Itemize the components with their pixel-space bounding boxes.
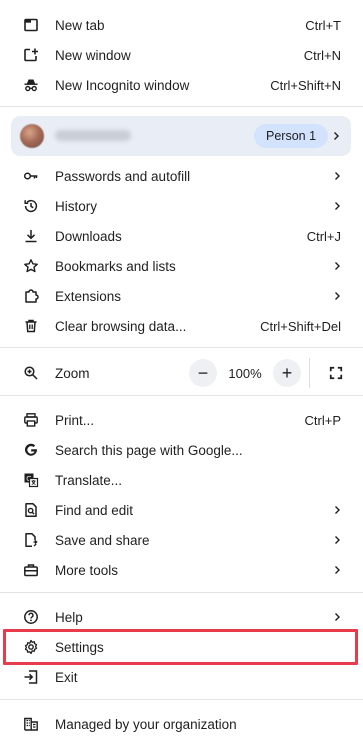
menu-item-downloads[interactable]: Downloads Ctrl+J xyxy=(0,221,363,251)
star-icon xyxy=(22,257,40,275)
separator xyxy=(0,347,363,348)
separator xyxy=(0,106,363,107)
menu-item-label: Passwords and autofill xyxy=(55,168,191,184)
fullscreen-icon xyxy=(329,366,343,380)
shortcut-text: Ctrl+Shift+N xyxy=(270,77,341,93)
shortcut-text: Ctrl+P xyxy=(304,412,341,428)
menu-item-label: Exit xyxy=(55,669,78,685)
menu-item-label: New window xyxy=(55,47,131,63)
trash-icon xyxy=(22,317,40,335)
menu-item-save-share[interactable]: Save and share xyxy=(0,525,363,555)
save-share-icon xyxy=(22,531,40,549)
menu-item-label: Clear browsing data... xyxy=(55,318,187,334)
menu-item-label: History xyxy=(55,198,98,214)
menu-item-managed[interactable]: Managed by your organization xyxy=(0,709,363,739)
chevron-right-icon xyxy=(331,200,343,212)
menu-item-label: Find and edit xyxy=(55,502,134,518)
separator xyxy=(0,395,363,396)
menu-item-bookmarks[interactable]: Bookmarks and lists xyxy=(0,251,363,281)
highlight-box xyxy=(3,629,358,665)
menu-item-clear-data[interactable]: Clear browsing data... Ctrl+Shift+Del xyxy=(0,311,363,341)
find-icon xyxy=(22,501,40,519)
chevron-right-icon xyxy=(331,564,343,576)
translate-icon: G xyxy=(22,471,40,489)
chevron-right-icon xyxy=(331,504,343,516)
menu-item-passwords[interactable]: Passwords and autofill xyxy=(0,161,363,191)
menu-item-label: Downloads xyxy=(55,228,122,244)
menu-item-print[interactable]: Print... Ctrl+P xyxy=(0,405,363,435)
menu-item-label: Print... xyxy=(55,412,95,428)
shortcut-text: Ctrl+N xyxy=(303,47,341,63)
menu-item-help[interactable]: Help xyxy=(0,602,363,632)
print-icon xyxy=(22,411,40,429)
menu-item-new-tab[interactable]: New tab Ctrl+T xyxy=(0,10,363,40)
google-icon xyxy=(22,441,40,459)
menu-item-label: Translate... xyxy=(55,472,123,488)
zoom-divider xyxy=(309,358,310,388)
chevron-right-icon xyxy=(331,534,343,546)
profile-name-blurred xyxy=(55,130,131,141)
fullscreen-button[interactable] xyxy=(323,360,349,386)
browser-menu: New tab Ctrl+T New window Ctrl+N New Inc… xyxy=(0,0,363,747)
new-window-icon xyxy=(22,46,40,64)
profile-row[interactable]: Person 1 xyxy=(11,116,351,156)
zoom-icon xyxy=(22,364,40,382)
chevron-right-icon xyxy=(334,132,339,140)
download-icon xyxy=(22,227,40,245)
menu-item-label: Extensions xyxy=(55,288,122,304)
puzzle-icon xyxy=(22,287,40,305)
menu-item-label: Save and share xyxy=(55,532,150,548)
menu-item-translate[interactable]: G Translate... xyxy=(0,465,363,495)
help-icon xyxy=(22,608,40,626)
menu-item-search-google[interactable]: Search this page with Google... xyxy=(0,435,363,465)
menu-item-new-window[interactable]: New window Ctrl+N xyxy=(0,40,363,70)
toolbox-icon xyxy=(22,561,40,579)
exit-icon xyxy=(22,668,40,686)
menu-item-label: Search this page with Google... xyxy=(55,442,243,458)
menu-item-label: New tab xyxy=(55,17,105,33)
chevron-right-icon xyxy=(331,290,343,302)
key-icon xyxy=(22,167,40,185)
shortcut-text: Ctrl+T xyxy=(305,17,341,33)
menu-item-find-edit[interactable]: Find and edit xyxy=(0,495,363,525)
building-icon xyxy=(22,715,40,733)
menu-item-exit[interactable]: Exit xyxy=(0,662,363,692)
menu-item-new-incognito[interactable]: New Incognito window Ctrl+Shift+N xyxy=(0,70,363,100)
chevron-right-icon xyxy=(331,260,343,272)
zoom-value: 100% xyxy=(228,366,262,381)
chevron-right-icon xyxy=(331,170,343,182)
zoom-in-button[interactable]: + xyxy=(273,359,301,387)
menu-item-history[interactable]: History xyxy=(0,191,363,221)
zoom-out-button[interactable]: − xyxy=(189,359,217,387)
menu-item-label: Bookmarks and lists xyxy=(55,258,176,274)
menu-item-label: New Incognito window xyxy=(55,77,190,93)
history-icon xyxy=(22,197,40,215)
separator xyxy=(0,592,363,593)
menu-item-label: More tools xyxy=(55,562,119,578)
menu-item-more-tools[interactable]: More tools xyxy=(0,555,363,585)
incognito-icon xyxy=(22,76,40,94)
profile-badge: Person 1 xyxy=(254,124,329,148)
new-tab-icon xyxy=(22,16,40,34)
separator xyxy=(0,699,363,700)
shortcut-text: Ctrl+J xyxy=(306,228,341,244)
menu-item-extensions[interactable]: Extensions xyxy=(0,281,363,311)
menu-item-label: Help xyxy=(55,609,83,625)
zoom-label: Zoom xyxy=(55,365,90,381)
chevron-right-icon xyxy=(331,611,343,623)
menu-item-label: Managed by your organization xyxy=(55,716,237,732)
avatar xyxy=(20,124,44,148)
shortcut-text: Ctrl+Shift+Del xyxy=(260,318,341,334)
